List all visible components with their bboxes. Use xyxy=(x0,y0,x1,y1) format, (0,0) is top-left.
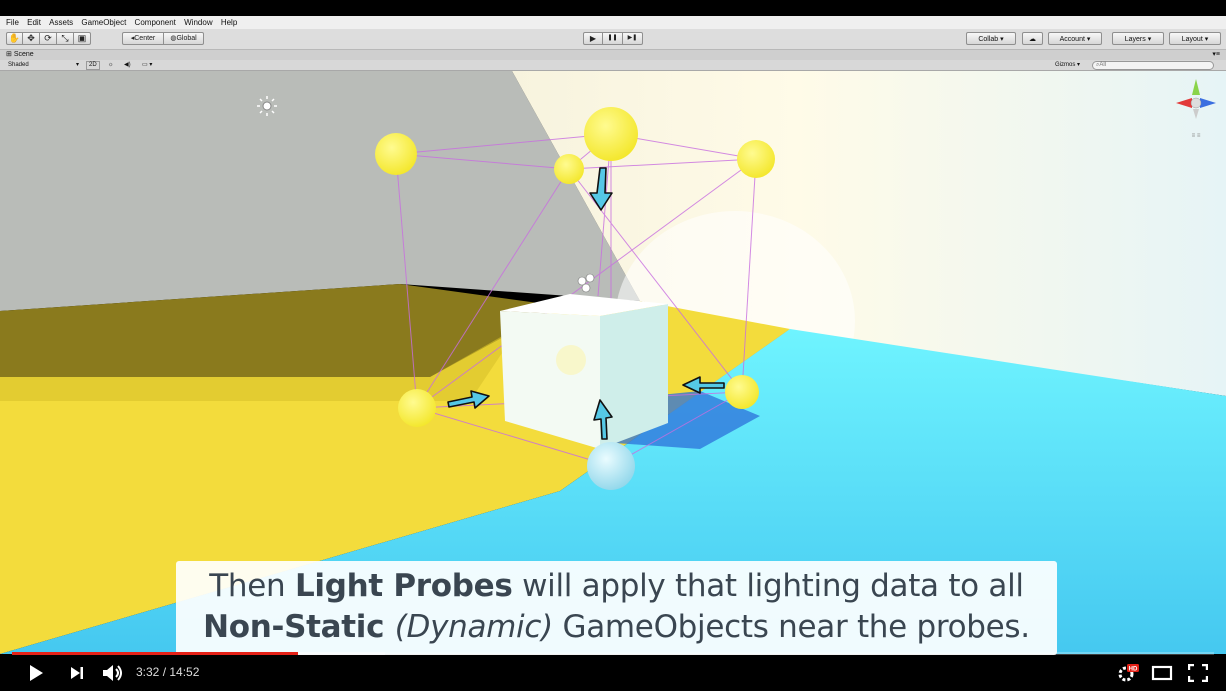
caption-text: will apply that lighting data to all xyxy=(512,568,1024,604)
window-top-strip xyxy=(0,0,1226,16)
collab-dropdown[interactable]: Collab ▾ xyxy=(966,32,1016,45)
rotate-tool-icon[interactable]: ⟳ xyxy=(40,32,57,45)
fullscreen-icon[interactable] xyxy=(1188,664,1208,682)
search-placeholder: All xyxy=(1099,62,1107,68)
caption-line-1: Then Light Probes will apply that lighti… xyxy=(176,566,1057,607)
menu-bar: File Edit Assets GameObject Component Wi… xyxy=(0,16,1226,29)
caption-italic: (Dynamic) xyxy=(394,609,554,645)
shading-mode-dropdown[interactable]: Shaded xyxy=(8,60,29,70)
play-icon[interactable] xyxy=(28,664,44,682)
scene-tab-label: Scene xyxy=(13,51,34,58)
chevron-down-icon: ▾ xyxy=(1204,36,1209,43)
hierarchy-search-input[interactable]: ⌕All xyxy=(1092,61,1214,70)
menu-gameobject[interactable]: GameObject xyxy=(81,16,126,29)
pivot-label: Center xyxy=(134,35,156,42)
gizmos-label: Gizmos xyxy=(1055,62,1076,68)
account-label: Account xyxy=(1059,36,1085,43)
next-video-icon[interactable] xyxy=(70,666,84,680)
scene-tab[interactable]: ⊞ Scene xyxy=(6,51,34,58)
menu-file[interactable]: File xyxy=(6,16,19,29)
menu-help[interactable]: Help xyxy=(221,16,237,29)
menu-edit[interactable]: Edit xyxy=(27,16,41,29)
light-probe-sphere[interactable] xyxy=(584,107,638,161)
layers-label: Layers xyxy=(1124,36,1146,43)
gizmos-dropdown[interactable]: Gizmos ▾ xyxy=(1055,60,1080,70)
menu-assets[interactable]: Assets xyxy=(49,16,73,29)
play-controls: ▶ ❚❚ ▶❚ xyxy=(583,32,643,45)
light-probe-sphere[interactable] xyxy=(554,154,584,184)
svg-text:≡ ≡: ≡ ≡ xyxy=(1192,133,1201,139)
hd-badge-text: HD xyxy=(1129,667,1138,673)
pivot-toggles: ◂Center ◍Global xyxy=(122,32,204,45)
menu-window[interactable]: Window xyxy=(184,16,212,29)
caption-text: Then xyxy=(209,568,295,604)
dynamic-cube[interactable] xyxy=(500,294,668,449)
pause-button-icon[interactable]: ❚❚ xyxy=(603,32,623,45)
theater-mode-icon[interactable] xyxy=(1151,665,1173,681)
light-probe-sphere[interactable] xyxy=(398,389,436,427)
space-global-button[interactable]: ◍Global xyxy=(164,32,204,45)
caption-emphasis: Non-Static xyxy=(203,609,395,645)
pivot-center-button[interactable]: ◂Center xyxy=(122,32,164,45)
scene-view-bar: Shaded ▾ 2D ☼ ◀) ▭ ▾ Gizmos ▾ ⌕All xyxy=(0,60,1226,71)
layout-dropdown[interactable]: Layout ▾ xyxy=(1169,32,1221,45)
layers-dropdown[interactable]: Layers ▾ xyxy=(1112,32,1164,45)
directional-light-icon[interactable] xyxy=(257,96,277,116)
layout-label: Layout xyxy=(1181,36,1203,43)
volume-icon[interactable] xyxy=(102,664,124,682)
chevron-down-icon: ▾ xyxy=(76,62,80,68)
main-toolbar: ✋ ✥ ⟳ ⤡ ▣ ◂Center ◍Global ▶ ❚❚ ▶❚ Collab… xyxy=(0,29,1226,50)
scene-tab-strip: ⊞ Scene ▾≡ xyxy=(0,50,1226,60)
caption-emphasis: Light Probes xyxy=(294,568,513,604)
effects-dropdown-icon[interactable]: ▭ ▾ xyxy=(142,60,152,70)
space-label: Global xyxy=(176,35,197,42)
settings-gear-icon[interactable]: HD xyxy=(1117,663,1139,683)
menu-component[interactable]: Component xyxy=(135,16,176,29)
2d-toggle-button[interactable]: 2D xyxy=(86,61,100,70)
scale-tool-icon[interactable]: ⤡ xyxy=(57,32,74,45)
transform-tools: ✋ ✥ ⟳ ⤡ ▣ xyxy=(6,32,91,45)
hand-tool-icon[interactable]: ✋ xyxy=(6,32,23,45)
light-probe-sphere[interactable] xyxy=(375,133,417,175)
cloud-icon[interactable]: ☁ xyxy=(1022,32,1043,45)
panel-menu-icon[interactable]: ▾≡ xyxy=(1212,50,1220,60)
rect-tool-icon[interactable]: ▣ xyxy=(74,32,91,45)
audio-toggle-icon[interactable]: ◀) xyxy=(124,60,131,70)
play-button-icon[interactable]: ▶ xyxy=(583,32,603,45)
light-probe-sphere[interactable] xyxy=(737,140,775,178)
move-tool-icon[interactable]: ✥ xyxy=(23,32,40,45)
step-button-icon[interactable]: ▶❚ xyxy=(623,32,643,45)
time-display: 3:32 / 14:52 xyxy=(136,665,200,679)
account-dropdown[interactable]: Account ▾ xyxy=(1048,32,1102,45)
chevron-down-icon: ▾ xyxy=(1147,36,1152,43)
lighting-toggle-icon[interactable]: ☼ xyxy=(108,60,114,70)
tutorial-caption: Then Light Probes will apply that lighti… xyxy=(176,561,1057,655)
chevron-down-icon: ▾ xyxy=(1086,36,1091,43)
caption-text: GameObjects near the probes. xyxy=(552,609,1030,645)
caption-line-2: Non-Static (Dynamic) GameObjects near th… xyxy=(176,607,1057,648)
light-probe-sphere[interactable] xyxy=(725,375,759,409)
scene-grid-icon: ⊞ xyxy=(6,51,12,58)
light-probe-sphere[interactable] xyxy=(587,442,635,490)
